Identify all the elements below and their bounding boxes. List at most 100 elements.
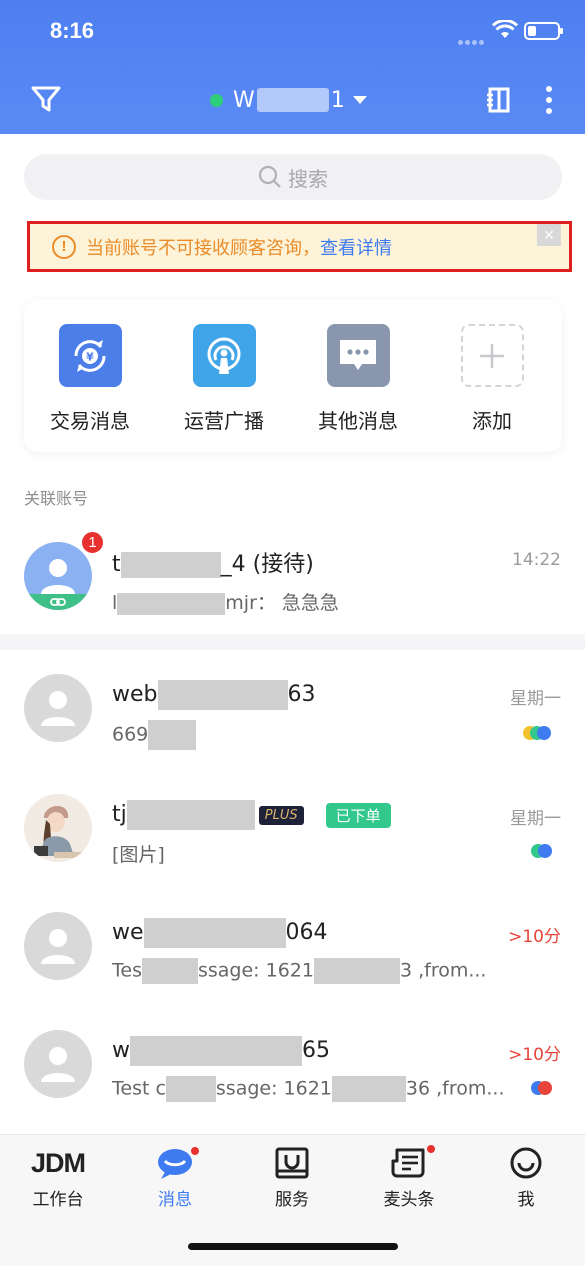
quick-label-trade: 交易消息 bbox=[50, 409, 130, 433]
name-suffix: 064 bbox=[285, 920, 328, 945]
account-switcher[interactable]: W 1 bbox=[210, 84, 367, 116]
redacted-block bbox=[117, 592, 226, 615]
link-icon bbox=[50, 598, 66, 606]
other-message-icon bbox=[326, 324, 390, 387]
account-name-suffix: 1 bbox=[330, 87, 345, 113]
plus-member-badge: PLUS bbox=[258, 805, 304, 825]
app-header: 8:16 W 1 bbox=[0, 0, 585, 134]
section-divider bbox=[0, 634, 585, 650]
name-prefix: we bbox=[112, 920, 144, 945]
add-icon bbox=[460, 324, 524, 387]
svg-text:¥: ¥ bbox=[86, 350, 94, 363]
redacted-block bbox=[331, 1076, 406, 1102]
linked-accounts-title: 关联账号 bbox=[24, 489, 89, 508]
message-bubble-icon bbox=[125, 1145, 225, 1181]
warning-text: 当前账号不可接收顾客咨询， bbox=[86, 237, 320, 259]
conversation-time: >10分 bbox=[508, 1045, 561, 1065]
quick-item-trade[interactable]: ¥ 交易消息 bbox=[30, 324, 150, 434]
redacted-block bbox=[141, 958, 198, 984]
contacts-book-icon[interactable] bbox=[485, 86, 513, 114]
conversation-time: >10分 bbox=[508, 927, 561, 947]
sub-text: 669 bbox=[112, 723, 149, 746]
conversation-row[interactable]: tj PLUS 已下单 [图片] 星期一 bbox=[0, 780, 585, 880]
tab-messages[interactable]: 消息 bbox=[125, 1145, 225, 1210]
name-suffix: 63 bbox=[287, 682, 316, 707]
tab-headlines[interactable]: 麦头条 bbox=[359, 1145, 459, 1210]
sub-suffix: 3 ,from... bbox=[399, 959, 487, 982]
cellular-signal-icon bbox=[458, 30, 486, 45]
warning-banner: ! 当前账号不可接收顾客咨询， 查看详情 × bbox=[27, 221, 572, 272]
conversation-last-message: 669 bbox=[112, 720, 197, 750]
warning-icon: ! bbox=[52, 234, 76, 259]
tab-service[interactable]: 服务 bbox=[242, 1145, 342, 1210]
conversation-row[interactable]: w 65 Test c ssage: 1621 36 ,from... >10分 bbox=[0, 1018, 585, 1118]
sub-mid: ssage: 1621 bbox=[215, 1077, 332, 1100]
tab-me[interactable]: 我 bbox=[476, 1145, 576, 1210]
avatar bbox=[24, 674, 92, 742]
conversation-row[interactable]: web 63 669 星期一 bbox=[0, 660, 585, 760]
linked-account-row[interactable]: 1 t _4 (接待) l mjr： 急急急 14:22 bbox=[0, 530, 585, 630]
conversation-name: we 064 bbox=[112, 918, 328, 948]
quick-item-broadcast[interactable]: 运营广播 bbox=[164, 324, 284, 434]
status-bar: 8:16 bbox=[0, 0, 585, 64]
conversation-last-message: Test c ssage: 1621 36 ,from... bbox=[112, 1076, 505, 1102]
notification-dot bbox=[427, 1145, 435, 1153]
account-name-prefix: W bbox=[233, 87, 255, 113]
conversation-name: w 65 bbox=[112, 1036, 330, 1066]
redacted-block bbox=[120, 552, 221, 578]
linked-account-time: 14:22 bbox=[512, 550, 561, 570]
quick-label-broadcast: 运营广播 bbox=[184, 409, 264, 433]
search-placeholder: 搜索 bbox=[288, 166, 328, 191]
tab-label-messages: 消息 bbox=[158, 1190, 192, 1210]
avatar bbox=[24, 912, 92, 980]
redacted-block bbox=[313, 958, 400, 984]
conversation-name: tj PLUS 已下单 bbox=[112, 800, 391, 830]
quick-item-add[interactable]: 添加 bbox=[432, 324, 552, 434]
channel-dots bbox=[523, 726, 555, 740]
redacted-block bbox=[126, 800, 255, 830]
channel-dots bbox=[531, 844, 555, 858]
status-time: 8:16 bbox=[50, 18, 95, 43]
avatar bbox=[24, 1030, 92, 1098]
tab-label-workbench: 工作台 bbox=[32, 1190, 84, 1210]
redacted-block bbox=[165, 1076, 216, 1102]
conversation-last-message: Tes ssage: 1621 3 ,from... bbox=[112, 958, 486, 984]
quick-actions-panel: ¥ 交易消息 运营广播 其他消息 添加 bbox=[24, 300, 562, 452]
jdm-logo-icon: JDM bbox=[8, 1145, 108, 1181]
chevron-down-icon bbox=[352, 96, 367, 104]
more-vertical-icon[interactable] bbox=[544, 84, 554, 116]
account-name-redacted bbox=[256, 88, 329, 112]
conversation-time: 星期一 bbox=[510, 689, 561, 709]
wifi-icon bbox=[492, 20, 518, 38]
conversation-row[interactable]: we 064 Tes ssage: 1621 3 ,from... >10分 bbox=[0, 900, 585, 1000]
sub-suffix: 36 ,from... bbox=[405, 1077, 505, 1100]
home-indicator[interactable] bbox=[188, 1243, 398, 1250]
view-details-link[interactable]: 查看详情 bbox=[320, 234, 392, 260]
linked-account-name: t _4 (接待) bbox=[112, 546, 314, 578]
close-icon[interactable]: × bbox=[537, 224, 561, 246]
filter-icon[interactable] bbox=[30, 84, 62, 114]
redacted-block bbox=[157, 680, 288, 710]
channel-dots bbox=[531, 1081, 553, 1095]
name-prefix: w bbox=[112, 1038, 130, 1063]
broadcast-icon bbox=[192, 324, 256, 387]
redacted-block bbox=[130, 1036, 302, 1066]
quick-item-other[interactable]: 其他消息 bbox=[298, 324, 418, 434]
avatar-illustration bbox=[24, 794, 92, 862]
avatar bbox=[24, 542, 92, 610]
jdm-logo-text: JDM bbox=[30, 1147, 86, 1178]
trade-message-icon: ¥ bbox=[58, 324, 122, 387]
service-icon bbox=[242, 1145, 342, 1181]
tab-workbench[interactable]: JDM 工作台 bbox=[8, 1145, 108, 1211]
quick-label-add: 添加 bbox=[472, 409, 512, 433]
ordered-tag: 已下单 bbox=[325, 802, 391, 828]
notification-dot bbox=[191, 1147, 199, 1155]
news-icon bbox=[359, 1145, 459, 1181]
search-bar[interactable]: 搜索 bbox=[24, 154, 562, 200]
avatar bbox=[24, 794, 92, 862]
sub-mid: ssage: 1621 bbox=[197, 959, 314, 982]
name-prefix: t bbox=[112, 552, 121, 577]
quick-label-other: 其他消息 bbox=[318, 409, 398, 433]
redacted-block bbox=[143, 918, 286, 948]
name-suffix: _4 (接待) bbox=[220, 552, 314, 577]
